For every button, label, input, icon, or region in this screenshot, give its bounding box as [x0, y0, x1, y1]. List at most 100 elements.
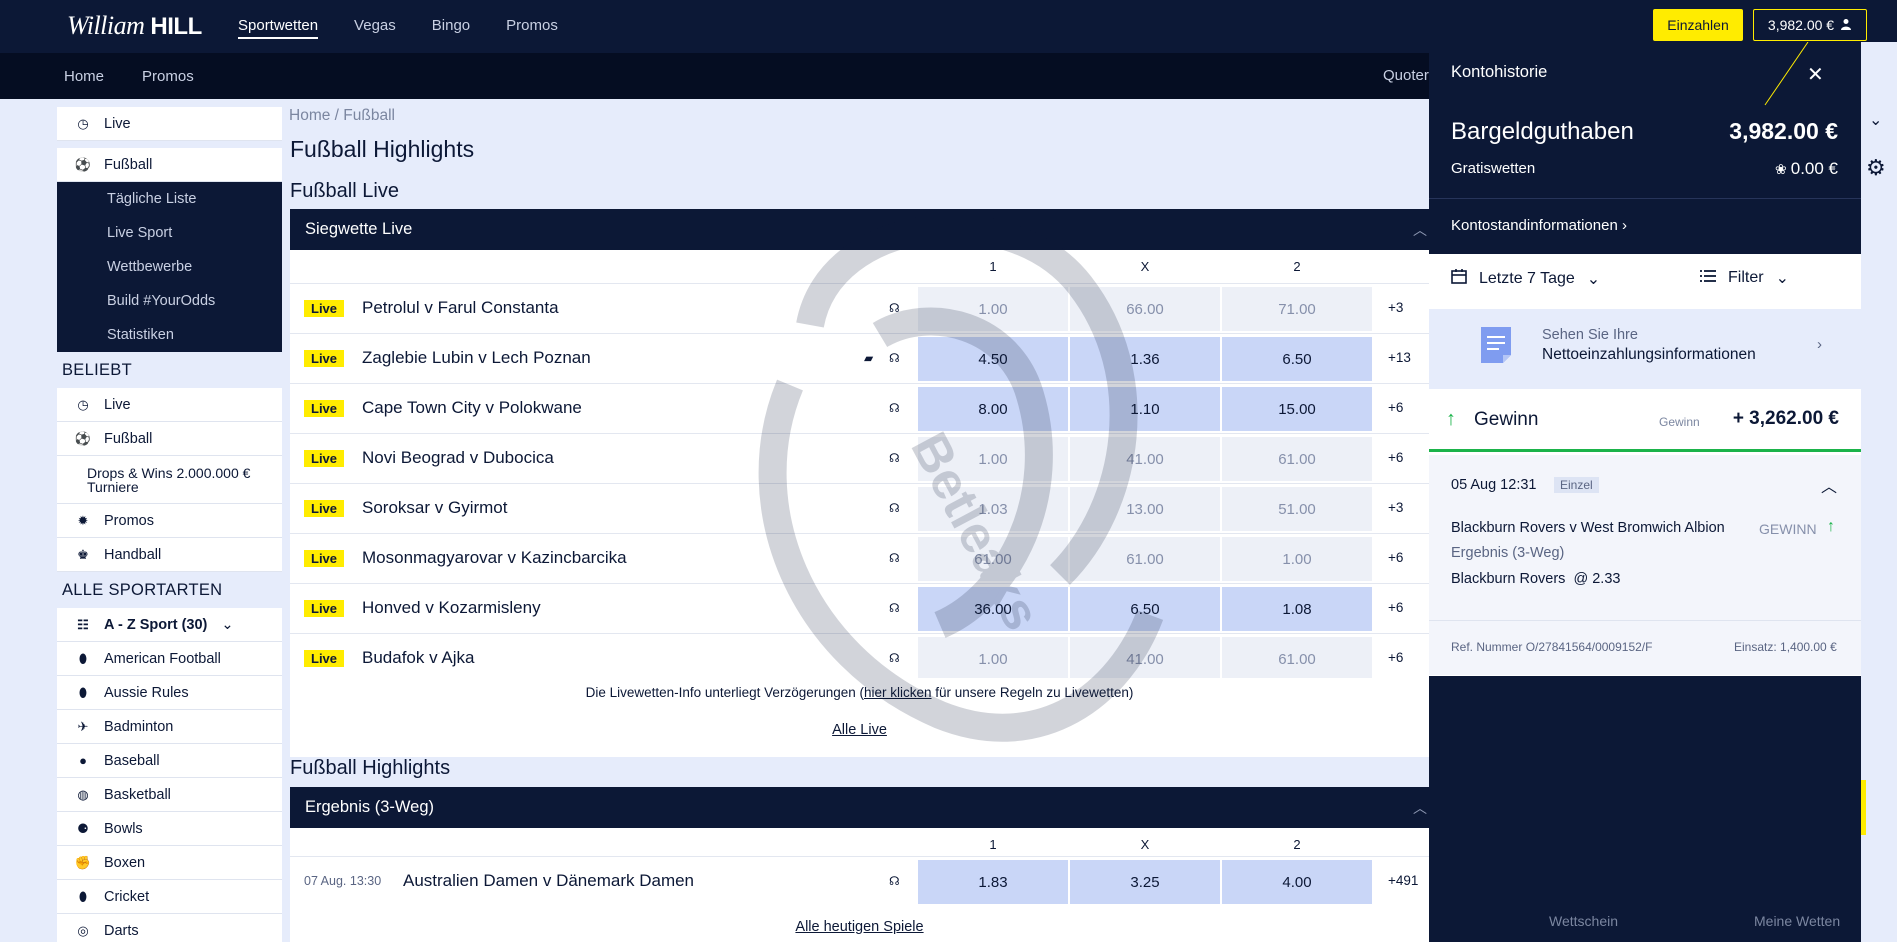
live-match-row[interactable]: Live Zaglebie Lubin v Lech Poznan ▰ ☊ 4.50 1.…	[290, 333, 1429, 383]
odds-button-home[interactable]: 1.03	[918, 487, 1068, 531]
balance-button[interactable]: 3,982.00 €	[1753, 9, 1867, 41]
more-markets-link[interactable]: +6	[1388, 550, 1403, 565]
filter-dropdown[interactable]: Filter ⌄	[1700, 268, 1789, 288]
more-markets-link[interactable]: +6	[1388, 400, 1403, 415]
close-icon[interactable]: ✕	[1807, 62, 1824, 87]
odds-button-home[interactable]: 36.00	[918, 587, 1068, 631]
live-match-row[interactable]: Live Soroksar v Gyirmot ☊ 1.03 13.00 51.00 +3	[290, 483, 1429, 533]
all-live-link[interactable]: Alle Live	[290, 722, 1429, 738]
match-name[interactable]: Mosonmagyarovar v Kazincbarcika	[362, 548, 627, 568]
nav-sportwetten[interactable]: Sportwetten	[238, 17, 319, 39]
match-name[interactable]: Novi Beograd v Dubocica	[362, 448, 554, 468]
odds-button-home[interactable]: 1.83	[918, 860, 1068, 904]
odds-button-away[interactable]: 61.00	[1222, 637, 1372, 681]
account-info-link[interactable]: Kontostandinformationen ›	[1451, 217, 1627, 234]
odds-button-draw[interactable]: 6.50	[1070, 587, 1220, 631]
betslip-tab[interactable]: Wettschein	[1549, 913, 1618, 929]
odds-button-home[interactable]: 1.00	[918, 437, 1068, 481]
breadcrumb-current[interactable]: Fußball	[343, 107, 395, 124]
nav-vegas[interactable]: Vegas	[354, 17, 396, 39]
match-name[interactable]: Australien Damen v Dänemark Damen	[403, 871, 694, 891]
odds-button-draw[interactable]: 13.00	[1070, 487, 1220, 531]
sidebar-popular-fussball[interactable]: ⚽ Fußball	[57, 422, 282, 456]
odds-button-draw[interactable]: 3.25	[1070, 860, 1220, 904]
live-match-row[interactable]: Live Budafok v Ajka ☊ 1.00 41.00 61.00 +6	[290, 633, 1429, 683]
sidebar-popular-drops-wins[interactable]: Drops & Wins 2.000.000 € Turniere	[57, 456, 282, 504]
live-match-row[interactable]: Live Cape Town City v Polokwane ☊ 8.00 1.10 1…	[290, 383, 1429, 433]
sidebar-sub-statistics[interactable]: Statistiken	[57, 318, 282, 352]
odds-button-home[interactable]: 1.00	[918, 287, 1068, 331]
chevron-up-icon[interactable]: ︿	[1821, 473, 1837, 497]
chevron-right-icon[interactable]: ›	[1817, 336, 1822, 353]
odds-button-draw[interactable]: 61.00	[1070, 537, 1220, 581]
my-bets-tab[interactable]: Meine Wetten	[1754, 913, 1840, 929]
nav-bingo[interactable]: Bingo	[432, 17, 470, 39]
sidebar-sport-badminton[interactable]: ✈ Badminton	[57, 710, 282, 744]
subnav-promos[interactable]: Promos	[142, 68, 194, 85]
chevron-up-icon[interactable]: ︿	[1413, 798, 1427, 818]
odds-button-draw[interactable]: 41.00	[1070, 437, 1220, 481]
more-markets-link[interactable]: +491	[1388, 873, 1418, 888]
odds-button-home[interactable]: 8.00	[918, 387, 1068, 431]
odds-button-home[interactable]: 1.00	[918, 637, 1068, 681]
odds-button-home[interactable]: 4.50	[918, 337, 1068, 381]
chevron-up-icon[interactable]: ︿	[1413, 220, 1427, 240]
odds-button-away[interactable]: 6.50	[1222, 337, 1372, 381]
odds-format-label[interactable]: Quoter	[1383, 67, 1429, 84]
period-dropdown[interactable]: Letzte 7 Tage ⌄	[1451, 268, 1600, 289]
more-markets-link[interactable]: +6	[1388, 650, 1403, 665]
live-match-row[interactable]: Live Petrolul v Farul Constanta ☊ 1.00 66.00…	[290, 283, 1429, 333]
sidebar-sport-aussie-rules[interactable]: ⬮ Aussie Rules	[57, 676, 282, 710]
more-markets-link[interactable]: +13	[1388, 350, 1411, 365]
odds-button-away[interactable]: 15.00	[1222, 387, 1372, 431]
breadcrumb-home[interactable]: Home	[289, 107, 330, 124]
odds-button-away[interactable]: 4.00	[1222, 860, 1372, 904]
live-market-header[interactable]: Siegwette Live ︿	[290, 209, 1429, 250]
more-markets-link[interactable]: +3	[1388, 500, 1403, 515]
deposit-button[interactable]: Einzahlen	[1653, 9, 1743, 41]
odds-button-away[interactable]: 1.08	[1222, 587, 1372, 631]
sidebar-sport-bowls[interactable]: ⚈ Bowls	[57, 812, 282, 846]
sidebar-sport-darts[interactable]: ◎ Darts	[57, 914, 282, 942]
live-match-row[interactable]: Live Honved v Kozarmisleny ☊ 36.00 6.50 1.08 +…	[290, 583, 1429, 633]
match-name[interactable]: Zaglebie Lubin v Lech Poznan	[362, 348, 591, 368]
sidebar-popular-handball[interactable]: ♚ Handball	[57, 538, 282, 572]
match-name[interactable]: Cape Town City v Polokwane	[362, 398, 582, 418]
sidebar-sub-competitions[interactable]: Wettbewerbe	[57, 250, 282, 284]
all-today-link[interactable]: Alle heutigen Spiele	[290, 919, 1429, 935]
live-match-row[interactable]: Live Novi Beograd v Dubocica ☊ 1.00 41.00 61.…	[290, 433, 1429, 483]
odds-button-away[interactable]: 71.00	[1222, 287, 1372, 331]
sidebar-popular-live[interactable]: ◷ Live	[57, 388, 282, 422]
match-name[interactable]: Budafok v Ajka	[362, 648, 474, 668]
odds-button-home[interactable]: 61.00	[918, 537, 1068, 581]
chevron-down-icon[interactable]: ⌄	[1869, 110, 1882, 130]
william-hill-logo[interactable]: William HILL	[67, 11, 202, 41]
sidebar-sport-boxen[interactable]: ✊ Boxen	[57, 846, 282, 880]
sidebar-sub-build-your-odds[interactable]: Build #YourOdds	[57, 284, 282, 318]
gear-icon[interactable]: ⚙	[1866, 155, 1886, 181]
sidebar-sport-cricket[interactable]: ⬮ Cricket	[57, 880, 282, 914]
sidebar-sport-baseball[interactable]: ● Baseball	[57, 744, 282, 778]
more-markets-link[interactable]: +6	[1388, 600, 1403, 615]
odds-button-draw[interactable]: 66.00	[1070, 287, 1220, 331]
sidebar-sport-basketball[interactable]: ◍ Basketball	[57, 778, 282, 812]
betslip-cta-edge[interactable]	[1861, 780, 1866, 835]
sidebar-popular-promos[interactable]: ✹ Promos	[57, 504, 282, 538]
odds-button-away[interactable]: 1.00	[1222, 537, 1372, 581]
match-name[interactable]: Petrolul v Farul Constanta	[362, 298, 559, 318]
sidebar-item-fussball[interactable]: ⚽ Fußball	[57, 148, 282, 182]
more-markets-link[interactable]: +3	[1388, 300, 1403, 315]
subnav-home[interactable]: Home	[64, 68, 104, 85]
sidebar-sub-daily-list[interactable]: Tägliche Liste	[57, 182, 282, 216]
rules-link[interactable]: hier klicken	[864, 685, 932, 700]
nav-promos[interactable]: Promos	[506, 17, 558, 39]
odds-button-draw[interactable]: 1.10	[1070, 387, 1220, 431]
sidebar-sub-live-sport[interactable]: Live Sport	[57, 216, 282, 250]
odds-button-draw[interactable]: 41.00	[1070, 637, 1220, 681]
highlight-match-row[interactable]: 07 Aug. 13:30 Australien Damen v Dänemar…	[290, 856, 1429, 906]
sidebar-sport-american-football[interactable]: ⬮ American Football	[57, 642, 282, 676]
live-match-row[interactable]: Live Mosonmagyarovar v Kazincbarcika ☊ 61.0…	[290, 533, 1429, 583]
odds-button-draw[interactable]: 1.36	[1070, 337, 1220, 381]
match-name[interactable]: Honved v Kozarmisleny	[362, 598, 541, 618]
sidebar-item-live[interactable]: ◷ Live	[57, 107, 282, 141]
